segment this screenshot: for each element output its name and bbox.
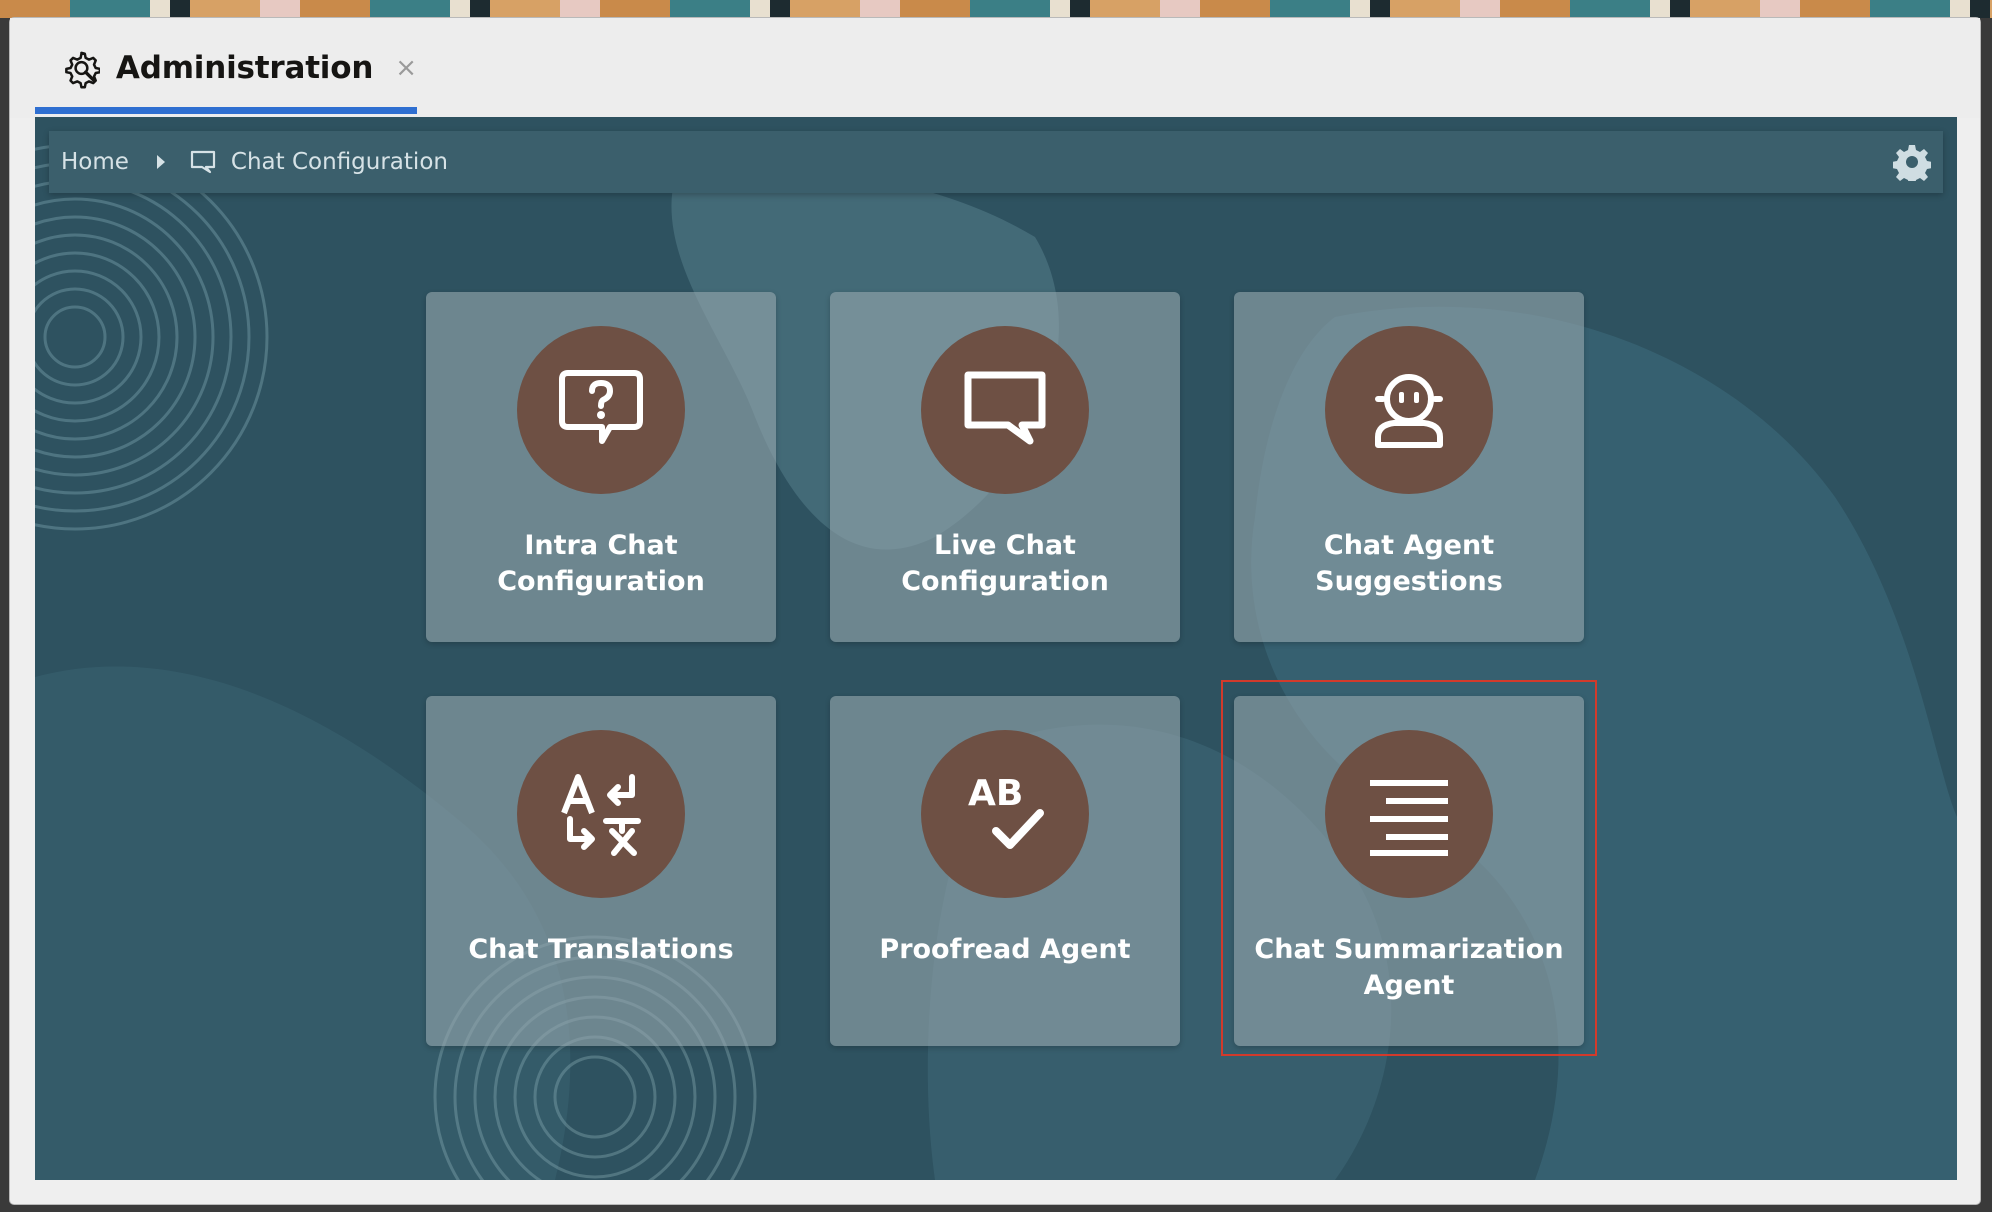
tile-label-line1: Chat Agent [1323,530,1495,561]
chevron-right-icon [156,155,165,169]
tile-live-chat-configuration[interactable]: Live Chat Configuration [830,292,1180,642]
admin-window: Administration × Home Chat Configuration… [10,18,1980,1204]
tile-label-line1: Live Chat [934,530,1076,561]
chat-agent-icon [1375,374,1443,448]
breadcrumb: Home Chat Configuration [49,131,1943,193]
breadcrumb-current: Chat Configuration [230,149,448,175]
tile-proofread-agent[interactable]: AB Proofread Agent [830,696,1180,1046]
desktop-wallpaper-strip [0,0,1992,18]
tile-label: Chat Translations [436,932,766,968]
tile-intra-chat-configuration[interactable]: Intra Chat Configuration [426,292,776,642]
close-icon[interactable]: × [395,55,417,81]
chat-bubble-icon [190,150,216,174]
gear-wrench-icon [65,51,100,89]
proofread-icon: AB [968,773,1044,849]
tile-label-line2: Suggestions [1315,566,1503,597]
tile-label: Live Chat Configuration [840,528,1170,600]
chat-question-icon [559,370,643,444]
tile-label-line2: Configuration [901,566,1109,597]
tile-icon-circle [921,326,1089,494]
chat-bubble-icon [964,371,1046,445]
tile-label-line1: Chat Translations [468,934,734,965]
tab-administration[interactable]: Administration × [35,18,417,118]
proofread-icon-text: AB [968,773,1023,814]
tab-bar: Administration × [10,18,1980,118]
tile-chat-agent-suggestions[interactable]: Chat Agent Suggestions [1234,292,1584,642]
tab-title: Administration [115,50,374,86]
tile-icon-circle [1325,326,1493,494]
tile-label: Intra Chat Configuration [436,528,766,600]
tile-icon-circle [517,730,685,898]
tile-label-line1: Intra Chat [524,530,678,561]
tile-icon-circle [517,326,685,494]
tile-label-line1: Proofread Agent [879,934,1131,965]
tile-label: Proofread Agent [840,932,1170,968]
tile-chat-translations[interactable]: Chat Translations [426,696,776,1046]
tile-label: Chat Agent Suggestions [1244,528,1574,600]
main-content: Home Chat Configuration Intra Chat Confi… [35,117,1957,1180]
tile-icon-circle: AB [921,730,1089,898]
breadcrumb-home-link[interactable]: Home [61,149,129,175]
selection-highlight [1221,680,1597,1056]
translate-icon [561,774,641,856]
active-tab-indicator [35,107,417,114]
gear-icon[interactable] [1893,143,1931,181]
tile-label-line2: Configuration [497,566,705,597]
